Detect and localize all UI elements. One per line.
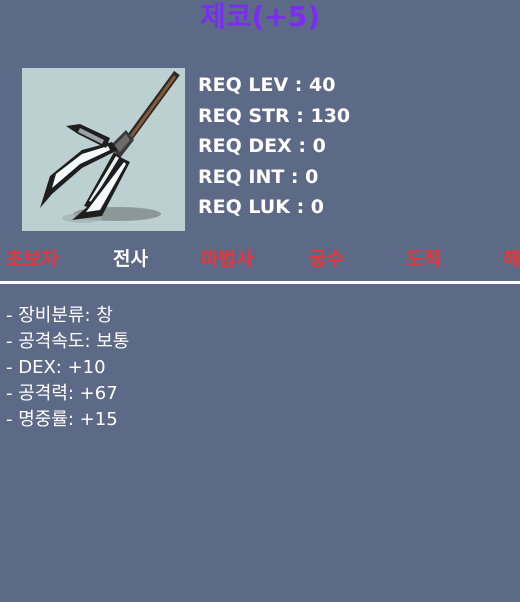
divider	[0, 281, 520, 284]
stat-attack: - 공격력: +67	[6, 383, 118, 404]
job-archer: 궁수	[309, 248, 344, 270]
req-int: REQ INT : 0	[198, 165, 319, 188]
job-warrior: 전사	[113, 248, 148, 270]
spear-icon	[40, 70, 180, 223]
stat-accuracy: - 명중률: +15	[6, 409, 118, 430]
req-str: REQ STR : 130	[198, 104, 351, 127]
stat-attack-speed: - 공격속도: 보통	[6, 331, 130, 352]
job-pirate: 해적	[503, 248, 520, 270]
job-thief: 도적	[406, 248, 441, 270]
job-beginner: 초보자	[6, 248, 59, 270]
req-level: REQ LEV : 40	[198, 74, 336, 96]
item-name: 제코(+5)	[199, 0, 321, 33]
stat-category: - 장비분류: 창	[6, 305, 113, 326]
stats-list: - 장비분류: 창 - 공격속도: 보통 - DEX: +10 - 공격력: +…	[6, 303, 506, 433]
req-luk: REQ LUK : 0	[198, 196, 325, 218]
req-dex: REQ DEX : 0	[198, 135, 326, 157]
stat-dex: - DEX: +10	[6, 357, 106, 378]
job-magician: 마법사	[201, 248, 254, 270]
item-icon-box	[22, 68, 185, 231]
requirements-list: REQ LEV : 40 REQ STR : 130 REQ DEX : 0 R…	[198, 70, 498, 223]
job-list: 초보자 전사 마법사 궁수 도적 해적	[0, 244, 520, 276]
